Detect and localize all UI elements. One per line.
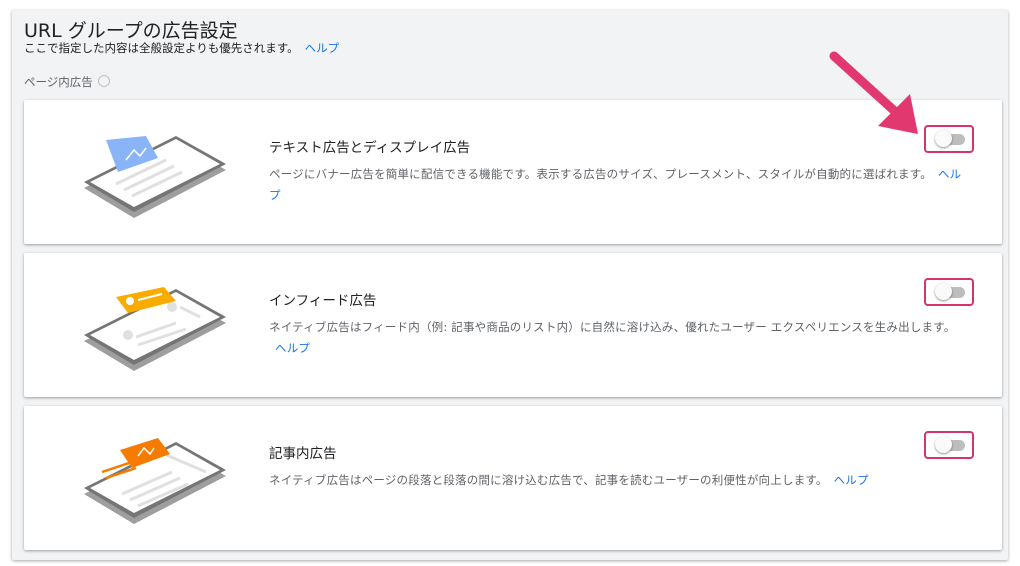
phone-infeed-illustration-icon <box>84 287 226 371</box>
toggle-knob <box>935 130 952 147</box>
toggle-highlight <box>924 125 974 153</box>
card-description: ページにバナー広告を簡単に配信できる機能です。表示する広告のサイズ、プレースメン… <box>269 164 969 206</box>
card-title: インフィード広告 <box>269 293 377 309</box>
card-description-text: ネイティブ広告はフィード内（例: 記事や商品のリスト内）に自然に溶け込み、優れた… <box>269 320 956 334</box>
pointer-arrow-icon <box>829 51 918 134</box>
card-in-article-ads: 記事内広告 ネイティブ広告はページの段落と段落の間に溶け込む広告で、記事を読むユ… <box>24 406 1002 550</box>
phone-in-article-illustration-icon <box>84 438 226 524</box>
card-title: 記事内広告 <box>269 446 337 462</box>
in-article-ads-toggle[interactable] <box>935 436 965 453</box>
toggle-highlight <box>924 278 974 306</box>
card-description: ネイティブ広告はフィード内（例: 記事や商品のリスト内）に自然に溶け込み、優れた… <box>269 317 969 359</box>
help-link[interactable]: ヘルプ <box>834 473 869 487</box>
text-display-ads-toggle[interactable] <box>935 130 965 147</box>
card-description-text: ページにバナー広告を簡単に配信できる機能です。表示する広告のサイズ、プレースメン… <box>269 167 932 181</box>
help-link[interactable]: ヘルプ <box>275 341 310 355</box>
card-infeed-ads: インフィード広告 ネイティブ広告はフィード内（例: 記事や商品のリスト内）に自然… <box>24 253 1002 397</box>
subtitle-text: ここで指定した内容は全般設定よりも優先されます。 <box>24 41 299 55</box>
help-circle-icon[interactable] <box>97 75 110 87</box>
infeed-ads-toggle[interactable] <box>935 283 965 300</box>
card-description: ネイティブ広告はページの段落と段落の間に溶け込む広告で、記事を読むユーザーの利便… <box>269 470 969 491</box>
toggle-knob <box>935 283 952 300</box>
help-link[interactable]: ヘルプ <box>305 41 340 55</box>
page-title: URL グループの広告設定 <box>24 20 238 42</box>
phone-banner-illustration-icon <box>84 136 226 218</box>
section-label-text: ページ内広告 <box>24 75 93 89</box>
section-label: ページ内広告 <box>24 74 110 90</box>
toggle-highlight <box>924 431 974 459</box>
card-title: テキスト広告とディスプレイ広告 <box>269 140 471 156</box>
page-subtitle: ここで指定した内容は全般設定よりも優先されます。 ヘルプ <box>24 40 339 56</box>
toggle-knob <box>935 436 952 453</box>
card-description-text: ネイティブ広告はページの段落と段落の間に溶け込む広告で、記事を読むユーザーの利便… <box>269 473 828 487</box>
